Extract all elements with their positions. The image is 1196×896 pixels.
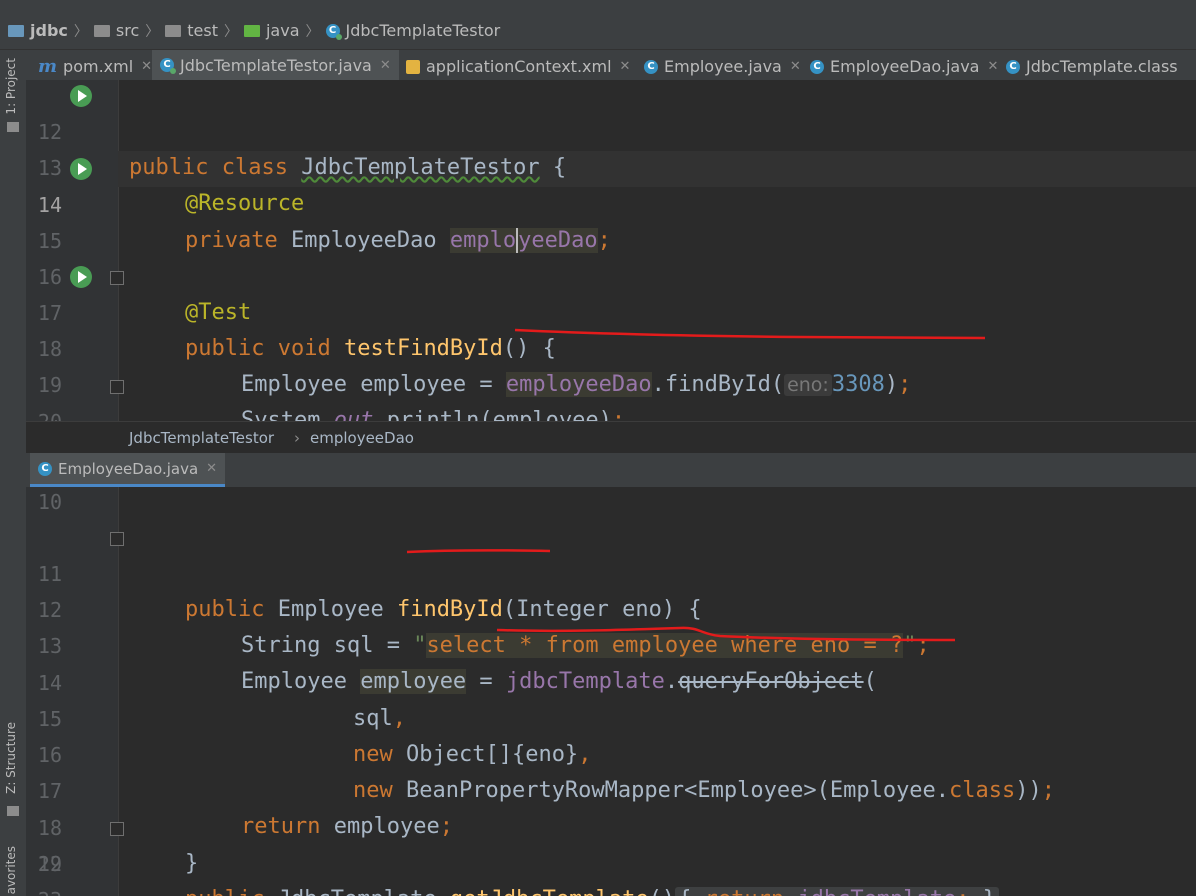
- split-editor-tab-bar: C EmployeeDao.java ✕: [26, 453, 1196, 488]
- chevron-right-icon: 〉: [145, 23, 160, 40]
- tab-pom-xml[interactable]: m pom.xml ✕: [30, 50, 160, 83]
- breadcrumb-java[interactable]: java 〉: [243, 21, 320, 41]
- chevron-right-icon: 〉: [305, 23, 320, 40]
- structure-icon: [7, 806, 19, 816]
- project-tool-button[interactable]: 1: Project: [4, 58, 18, 115]
- run-gutter-icon[interactable]: [70, 85, 92, 107]
- code-line: 13 @Resource: [26, 114, 1196, 216]
- code-line: 12 public class JdbcTemplateTestor {: [26, 80, 1196, 180]
- code-line: 19 public JdbcTemplate getJdbcTemplate()…: [26, 810, 1196, 896]
- code-line: 17 public void testFindById() {: [26, 259, 1196, 361]
- breadcrumb-label: src: [115, 21, 140, 40]
- tab-applicationcontext[interactable]: applicationContext.xml ✕: [398, 50, 638, 83]
- tab-label: applicationContext.xml: [426, 57, 612, 76]
- code-line: 10: [26, 487, 1196, 520]
- close-icon[interactable]: ✕: [141, 59, 152, 74]
- tab-label: EmployeeDao.java: [58, 459, 199, 478]
- favorites-tool-button[interactable]: avorites: [4, 846, 18, 894]
- tab-label: JdbcTemplateTestor.java: [180, 55, 372, 75]
- java-class-icon: C: [644, 59, 658, 74]
- chevron-right-icon: 〉: [223, 23, 238, 40]
- code-line: 15: [26, 187, 1196, 253]
- close-icon[interactable]: ✕: [790, 59, 801, 74]
- breadcrumb-class[interactable]: C JdbcTemplateTestor: [325, 21, 501, 40]
- line-number: 22: [37, 852, 62, 876]
- tool-window-strip: 1: Project Z: Structure avorites: [0, 50, 27, 896]
- folder-icon: [93, 24, 110, 37]
- breadcrumb-project[interactable]: jdbc 〉: [8, 21, 88, 41]
- breadcrumb-src[interactable]: src 〉: [93, 21, 160, 41]
- code-line: 21: [26, 404, 1196, 421]
- close-icon[interactable]: ✕: [987, 59, 998, 74]
- close-icon[interactable]: ✕: [620, 59, 631, 74]
- code-line: 18 Employee employee = employeeDao.findB…: [26, 295, 1196, 397]
- tab-jdbctemplatetestor[interactable]: C JdbcTemplateTestor.java ✕: [152, 50, 399, 83]
- tab-employeedao[interactable]: C EmployeeDao.java ✕: [802, 50, 1006, 83]
- folder-icon: [165, 24, 182, 37]
- close-icon[interactable]: ✕: [206, 461, 217, 476]
- editor-tab-bar: m pom.xml ✕ C JdbcTemplateTestor.java ✕ appl…: [26, 50, 1196, 84]
- tab-label: JdbcTemplate.class: [1026, 57, 1178, 76]
- breadcrumb-class[interactable]: JdbcTemplateTestor: [129, 429, 274, 447]
- tab-jdbctemplate-class[interactable]: C JdbcTemplate.class: [998, 50, 1186, 83]
- breadcrumb-member[interactable]: employeeDao: [310, 429, 414, 447]
- code-line: 14 private EmployeeDao employeeDao;: [26, 151, 1196, 253]
- bean-gutter-icon[interactable]: [70, 158, 92, 180]
- breadcrumb-label: JdbcTemplateTestor: [345, 21, 501, 40]
- run-gutter-icon[interactable]: [70, 266, 92, 288]
- folder-icon: [8, 24, 24, 37]
- code-line: 23: [26, 882, 1196, 896]
- editor-top[interactable]: 12 public class JdbcTemplateTestor { 13 …: [26, 80, 1196, 421]
- chevron-right-icon: 〉: [73, 23, 88, 40]
- code-line: 12 String sql = "select * from employee …: [26, 556, 1196, 658]
- code-line: 18 }: [26, 774, 1196, 876]
- editor-bottom[interactable]: 10 11 public Employee findById(Integer e…: [26, 487, 1196, 896]
- java-class-icon: C: [160, 58, 176, 74]
- java-class-icon: C: [1006, 59, 1020, 74]
- breadcrumb-test[interactable]: test 〉: [165, 21, 238, 41]
- expand-icon[interactable]: [110, 822, 124, 836]
- breadcrumb-label: jdbc: [30, 21, 68, 40]
- tab-label: EmployeeDao.java: [830, 57, 980, 76]
- tab-employee[interactable]: C Employee.java ✕: [636, 50, 809, 83]
- xml-icon: [406, 59, 420, 74]
- fold-icon[interactable]: [110, 271, 124, 285]
- code-line: 16 new BeanPropertyRowMapper<Employee>(E…: [26, 701, 1196, 803]
- structure-breadcrumb: JdbcTemplateTestor › employeeDao: [26, 421, 1196, 454]
- structure-tool-button[interactable]: Z: Structure: [4, 722, 18, 794]
- line-number: 23: [34, 882, 62, 896]
- code-line: 17 return employee;: [26, 737, 1196, 839]
- tab-label: pom.xml: [63, 57, 134, 76]
- fold-icon[interactable]: [110, 380, 124, 394]
- code-line: 15 new Object[]{eno},: [26, 665, 1196, 767]
- menu-bar: [0, 0, 1196, 12]
- java-class-icon: C: [810, 59, 824, 74]
- chevron-right-icon: ›: [294, 429, 300, 447]
- project-icon: [7, 122, 19, 132]
- java-class-icon: C: [38, 461, 52, 476]
- close-icon[interactable]: ✕: [380, 58, 391, 73]
- fold-icon[interactable]: [110, 532, 124, 546]
- code-line: 19 System.out.println(employee);: [26, 331, 1196, 421]
- tab-employeedao-split[interactable]: C EmployeeDao.java ✕: [30, 453, 226, 487]
- code-line: 22: [26, 846, 1196, 882]
- folder-icon: [243, 24, 260, 37]
- code-line: 11 public Employee findById(Integer eno)…: [26, 520, 1196, 622]
- tab-label: Employee.java: [664, 57, 782, 76]
- java-class-icon: C: [325, 23, 342, 40]
- breadcrumb-label: test: [187, 21, 218, 40]
- code-line: 16 @Test: [26, 223, 1196, 325]
- breadcrumb-label: java: [265, 21, 300, 40]
- code-line: 14 sql,: [26, 629, 1196, 731]
- line-number: 10: [37, 490, 62, 514]
- maven-icon: m: [38, 56, 58, 77]
- navigation-bar: jdbc 〉 src 〉 test 〉 java 〉 C JdbcTemplateTest…: [0, 12, 1196, 50]
- code-line: 20 }: [26, 368, 1196, 421]
- code-line: 13 Employee employee = jdbcTemplate.quer…: [26, 592, 1196, 694]
